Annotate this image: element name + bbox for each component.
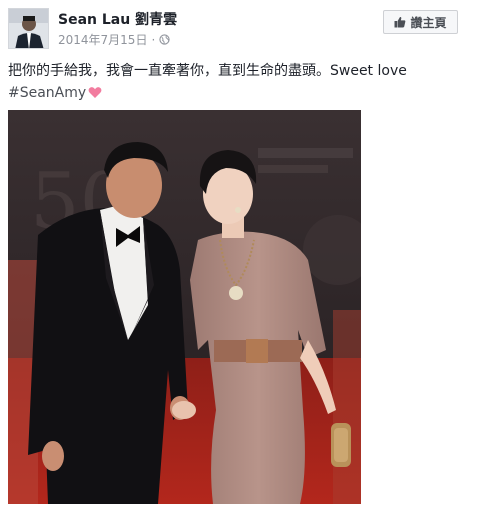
photo-margin (361, 110, 477, 504)
avatar[interactable] (8, 8, 49, 49)
hashtag-link[interactable]: #SeanAmy (8, 85, 86, 101)
meta-separator: · (151, 32, 156, 47)
thumbs-up-icon (394, 16, 406, 28)
like-page-button[interactable]: 讚主頁 (383, 10, 458, 34)
red-carpet-photo: 50 (8, 110, 361, 504)
post-date[interactable]: 2014年7月15日 (58, 31, 147, 48)
post-meta: 2014年7月15日 · (58, 31, 170, 48)
like-page-label: 讚主頁 (410, 15, 447, 30)
post-text: 把你的手給我，我會一直牽著你，直到生命的盡頭。Sweet love #SeanA… (8, 60, 448, 104)
globe-icon[interactable] (159, 34, 170, 45)
post-author[interactable]: Sean Lau 劉青雲 (58, 9, 177, 29)
avatar-image (9, 9, 48, 48)
post-photo[interactable]: 50 (8, 110, 361, 504)
facebook-post: Sean Lau 劉青雲 2014年7月15日 · 讚主頁 把你的手給我，我會一… (0, 0, 477, 511)
heart-icon (88, 87, 102, 98)
post-hashtag-line: #SeanAmy (8, 82, 448, 104)
post-text-line: 把你的手給我，我會一直牽著你，直到生命的盡頭。Sweet love (8, 63, 407, 79)
